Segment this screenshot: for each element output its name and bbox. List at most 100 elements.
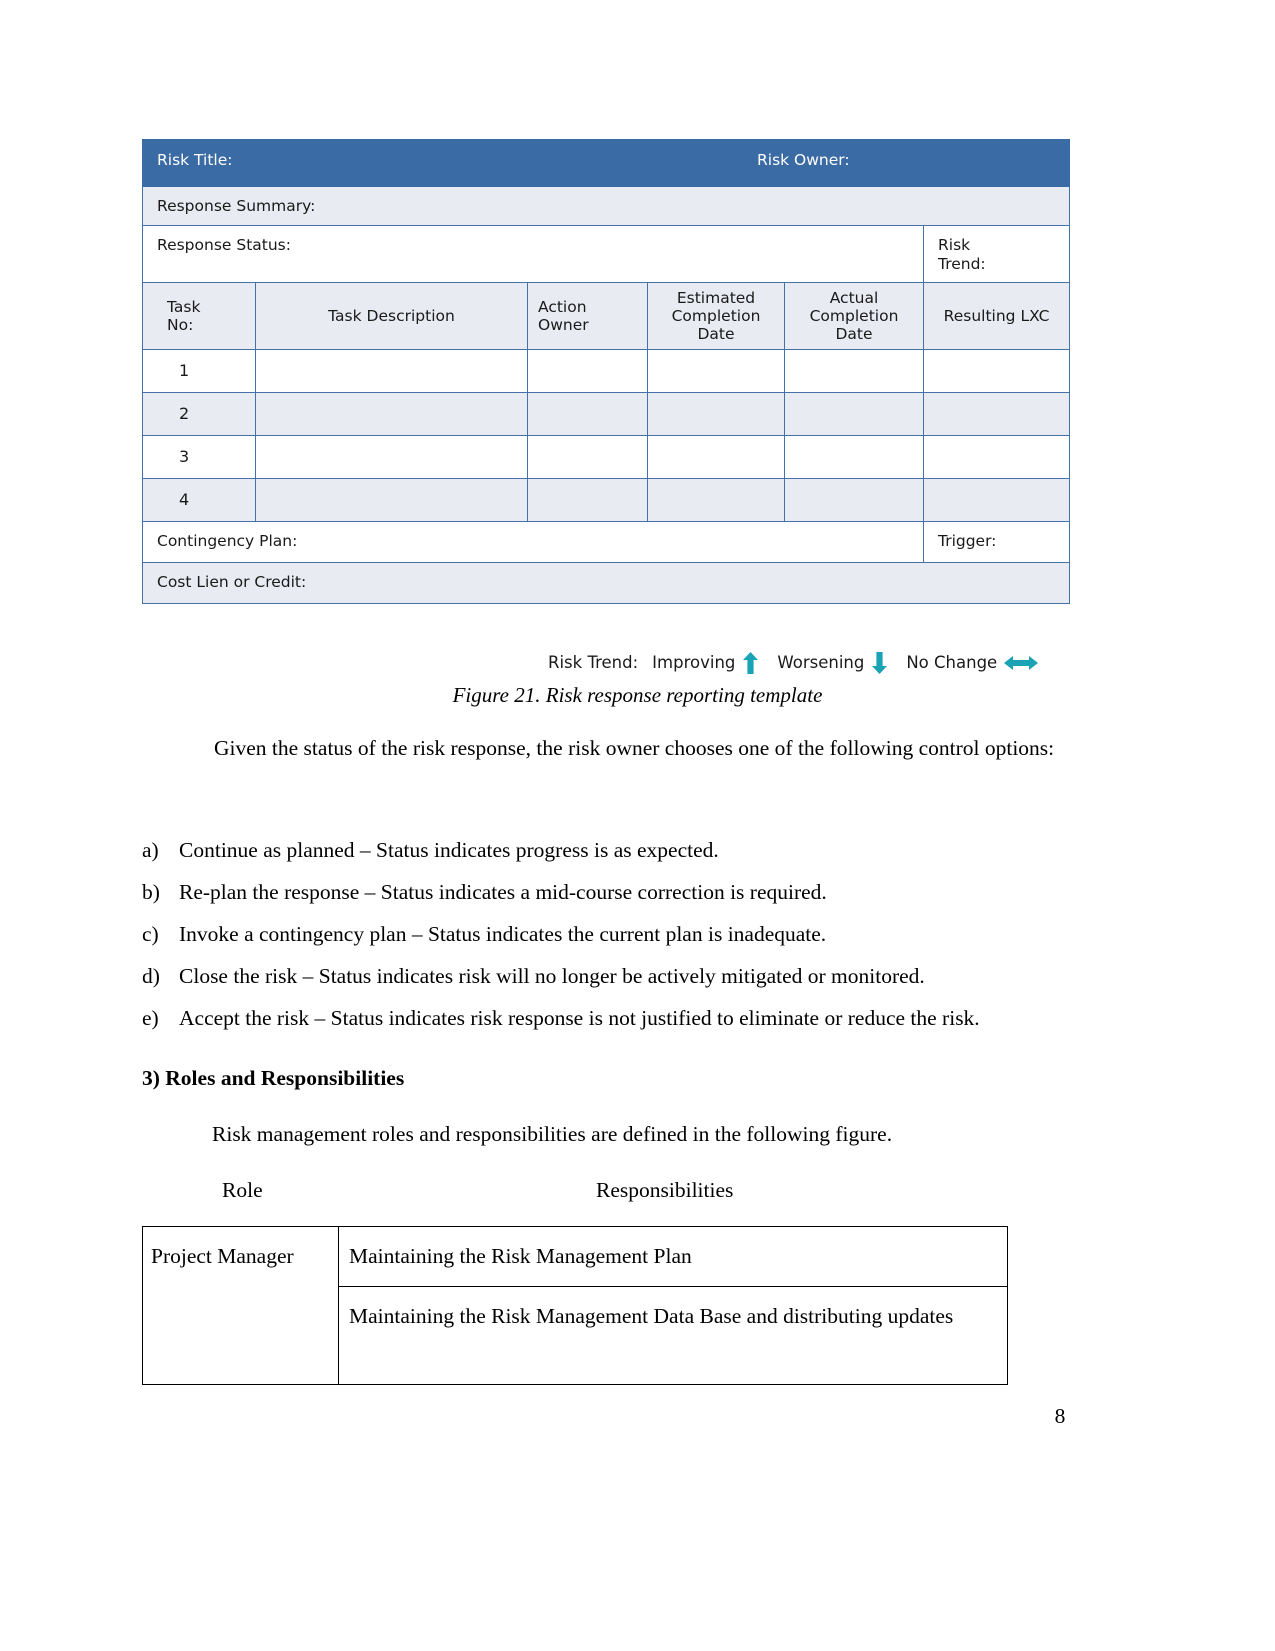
estimated-line1: Estimated <box>676 288 756 307</box>
risk-title-owner-cell: Risk Title: Risk Owner: <box>141 139 1071 187</box>
risk-trend-label-line2: Trend: <box>938 255 986 274</box>
action-owner-cell[interactable] <box>527 349 648 393</box>
action-owner-cell[interactable] <box>527 435 648 479</box>
control-options-list: a) Continue as planned – Status indicate… <box>142 838 1077 1048</box>
action-owner-line1: Action <box>538 297 587 316</box>
column-header-task-no: Task No: <box>142 282 256 350</box>
intro-paragraph-text: Given the status of the risk response, t… <box>214 736 1055 760</box>
list-item-text: Close the risk – Status indicates risk w… <box>179 964 925 988</box>
estimated-line3: Date <box>697 325 735 344</box>
column-header-task-description: Task Description <box>255 282 528 350</box>
cost-lien-label: Cost Lien or Credit: <box>157 573 307 591</box>
task-description-cell[interactable] <box>255 435 528 479</box>
resulting-lxc-cell[interactable] <box>922 478 1071 522</box>
document-page: Risk Title: Risk Owner: Response Summary… <box>0 0 1275 1651</box>
table-row: Project Manager Maintaining the Risk Man… <box>142 1226 1008 1385</box>
actual-line2: Completion <box>809 306 899 325</box>
list-item-marker: a) <box>142 838 159 862</box>
legend-item-improving-label: Improving <box>652 652 736 672</box>
risk-owner-label: Risk Owner: <box>757 151 850 169</box>
legend-item-worsening-label: Worsening <box>777 652 865 672</box>
list-item-marker: c) <box>142 922 159 946</box>
response-status-cell: Response Status: <box>142 225 924 283</box>
table-row-response-summary: Response Summary: <box>141 186 1071 226</box>
responsibility-cell: Maintaining the Risk Management Plan <box>338 1226 1008 1287</box>
list-item-marker: b) <box>142 880 160 904</box>
estimated-completion-date-cell[interactable] <box>647 392 785 436</box>
trigger-cell: Trigger: <box>922 521 1071 563</box>
list-item: e) Accept the risk – Status indicates ri… <box>142 1006 1077 1031</box>
table-row-risk-title: Risk Title: Risk Owner: <box>141 139 1071 187</box>
legend-item-no-change-label: No Change <box>906 652 998 672</box>
column-header-action-owner: Action Owner <box>527 282 648 350</box>
table-row[interactable]: 1 <box>142 349 1071 393</box>
risk-title-label: Risk Title: <box>157 151 233 169</box>
table-row[interactable]: 2 <box>142 392 1071 436</box>
action-owner-line2: Owner <box>538 316 589 334</box>
column-header-responsibilities: Responsibilities <box>596 1178 734 1202</box>
roles-intro-paragraph: Risk management roles and responsibiliti… <box>142 1117 1072 1152</box>
actual-completion-date-cell[interactable] <box>784 435 924 479</box>
action-owner-cell[interactable] <box>527 478 648 522</box>
resulting-lxc-cell[interactable] <box>922 349 1071 393</box>
risk-trend-cell: Risk Trend: <box>922 225 1071 283</box>
response-summary-cell: Response Summary: <box>141 186 1071 226</box>
intro-paragraph: Given the status of the risk response, t… <box>142 731 1072 766</box>
list-item-text: Accept the risk – Status indicates risk … <box>179 1006 980 1030</box>
column-header-actual-completion-date: Actual Completion Date <box>784 282 924 350</box>
table-row-column-headers: Task No: Task Description Action Owner E… <box>142 282 1071 350</box>
table-row-response-status: Response Status: Risk Trend: <box>142 225 1071 283</box>
roles-intro-text: Risk management roles and responsibiliti… <box>212 1122 893 1146</box>
list-item-marker: d) <box>142 964 160 988</box>
list-item: d) Close the risk – Status indicates ris… <box>142 964 1077 989</box>
task-no-cell[interactable]: 2 <box>142 392 256 436</box>
task-no-line2: No: <box>167 316 194 334</box>
contingency-plan-label: Contingency Plan: <box>157 532 298 550</box>
list-item: c) Invoke a contingency plan – Status in… <box>142 922 1077 947</box>
actual-completion-date-cell[interactable] <box>784 478 924 522</box>
task-no-line1: Task <box>167 297 201 316</box>
list-item-text: Continue as planned – Status indicates p… <box>179 838 719 862</box>
list-item-text: Invoke a contingency plan – Status indic… <box>179 922 827 946</box>
task-description-cell[interactable] <box>255 478 528 522</box>
responsibility-cell: Maintaining the Risk Management Data Bas… <box>338 1285 1008 1385</box>
roles-and-responsibilities-table: Project Manager Maintaining the Risk Man… <box>142 1226 1008 1385</box>
section-heading-roles-and-responsibilities: 3) Roles and Responsibilities <box>142 1066 405 1090</box>
figure-caption: Figure 21. Risk response reporting templ… <box>452 683 823 707</box>
estimated-completion-date-cell[interactable] <box>647 349 785 393</box>
estimated-completion-date-cell[interactable] <box>647 435 785 479</box>
response-status-label: Response Status: <box>157 236 291 254</box>
actual-line3: Date <box>835 325 873 344</box>
arrow-up-icon <box>742 652 759 674</box>
page-number: 8 <box>1054 1404 1066 1428</box>
resulting-lxc-cell[interactable] <box>922 392 1071 436</box>
cost-lien-or-credit-cell: Cost Lien or Credit: <box>141 562 1071 604</box>
estimated-completion-date-cell[interactable] <box>647 478 785 522</box>
actual-completion-date-cell[interactable] <box>784 392 924 436</box>
trigger-label: Trigger: <box>938 532 997 550</box>
table-row[interactable]: 4 <box>142 478 1071 522</box>
table-row[interactable]: 3 <box>142 435 1071 479</box>
risk-trend-label-line1: Risk <box>938 236 971 254</box>
action-owner-cell[interactable] <box>527 392 648 436</box>
table-row-cost-lien-or-credit: Cost Lien or Credit: <box>141 562 1071 604</box>
contingency-plan-cell: Contingency Plan: <box>142 521 924 563</box>
resulting-lxc-cell[interactable] <box>922 435 1071 479</box>
estimated-line2: Completion <box>671 306 761 325</box>
task-no-cell[interactable]: 4 <box>142 478 256 522</box>
column-header-resulting-lxc: Resulting LXC <box>922 282 1071 350</box>
table-row-contingency-plan: Contingency Plan: Trigger: <box>142 521 1071 563</box>
task-description-cell[interactable] <box>255 392 528 436</box>
task-no-cell[interactable]: 1 <box>142 349 256 393</box>
task-description-cell[interactable] <box>255 349 528 393</box>
list-item-marker: e) <box>142 1006 159 1030</box>
arrow-left-right-icon <box>1004 654 1039 672</box>
list-item-text: Re-plan the response – Status indicates … <box>179 880 827 904</box>
arrow-down-icon <box>871 652 888 674</box>
task-no-cell[interactable]: 3 <box>142 435 256 479</box>
legend-title: Risk Trend: <box>548 652 639 672</box>
list-item: b) Re-plan the response – Status indicat… <box>142 880 1077 905</box>
column-header-role: Role <box>222 1178 263 1202</box>
risk-response-template-table: Risk Title: Risk Owner: Response Summary… <box>141 139 1071 604</box>
actual-completion-date-cell[interactable] <box>784 349 924 393</box>
